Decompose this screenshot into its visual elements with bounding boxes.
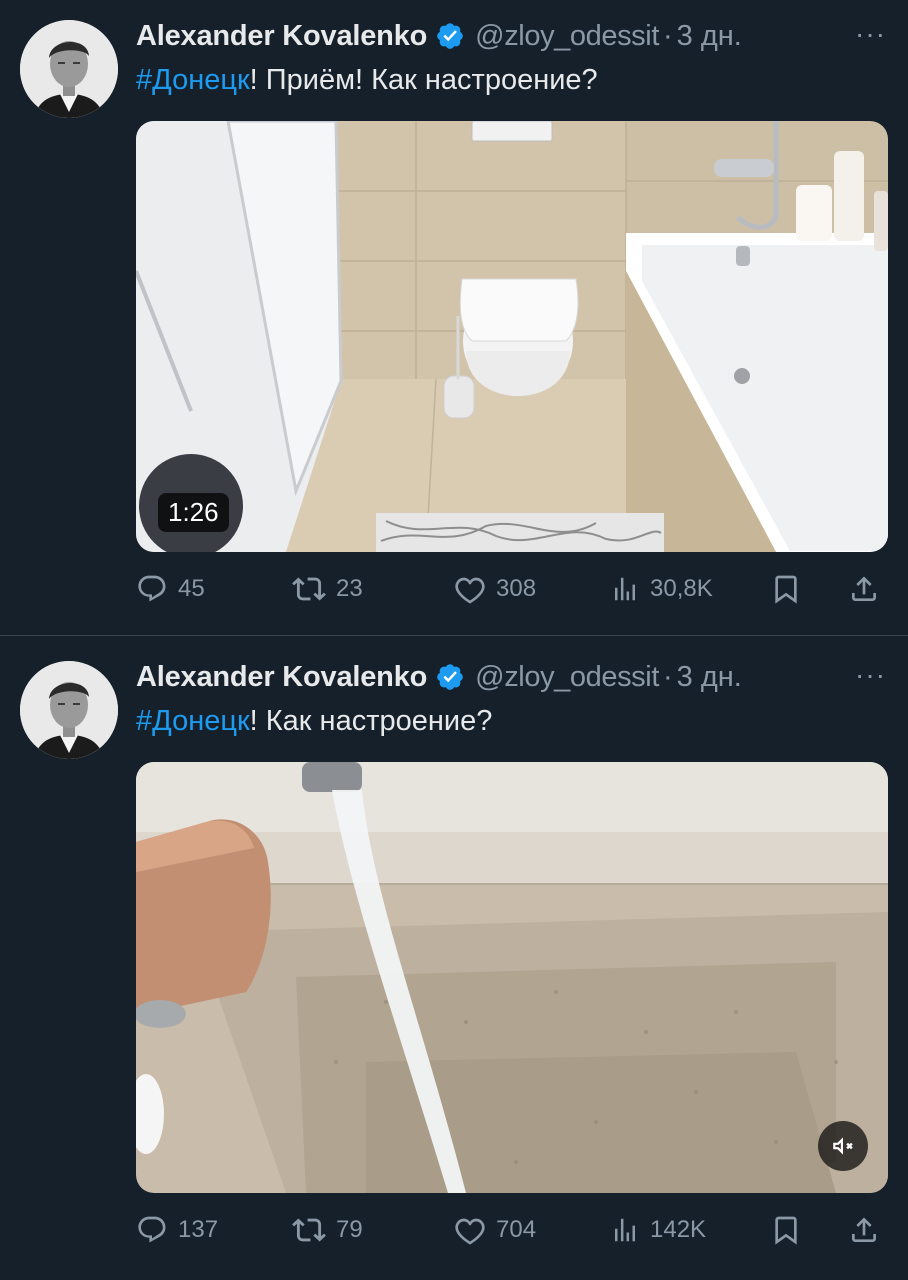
avatar[interactable] [20,661,118,759]
views-button[interactable]: 30,8K [610,569,713,609]
retweet-count: 23 [336,575,363,602]
tweet-text-body: ! Приём! Как настроение? [249,64,598,96]
retweet-icon [292,1218,326,1242]
reply-count: 137 [178,1216,219,1243]
hashtag-link[interactable]: #Донецк [136,705,250,737]
author-handle[interactable]: @zloy_odessit [475,20,659,53]
share-button[interactable] [848,569,880,609]
video-bathroom[interactable]: 1:26 [136,121,888,552]
views-button[interactable]: 142K [610,1210,706,1250]
tweet-actions: 137 79 704 142K [136,1210,888,1250]
timestamp[interactable]: 3 дн. [677,20,742,53]
mute-icon [833,1137,853,1155]
share-icon [852,1217,876,1242]
share-button[interactable] [848,1210,880,1250]
like-icon [455,1218,485,1245]
views-icon [615,577,635,601]
like-count: 704 [496,1216,537,1243]
retweet-icon [292,577,326,601]
bookmark-icon [775,575,797,604]
timestamp[interactable]: 3 дн. [677,661,742,694]
like-count: 308 [496,575,537,602]
separator-dot: · [662,19,673,52]
mute-button[interactable] [818,1121,868,1171]
like-icon [455,577,485,604]
retweet-button[interactable]: 23 [292,569,363,609]
hashtag-link[interactable]: #Донецк [136,64,250,96]
author-name[interactable]: Alexander Kovalenko [136,20,427,53]
tweet[interactable]: Alexander Kovalenko @zloy_odessit · 3 дн… [0,0,908,636]
video-sink[interactable] [136,762,888,1193]
tweet[interactable]: Alexander Kovalenko @zloy_odessit · 3 дн… [0,637,908,1280]
timeline: Alexander Kovalenko @zloy_odessit · 3 дн… [0,0,908,1280]
reply-count: 45 [178,575,205,602]
views-count: 142K [650,1216,707,1243]
retweet-button[interactable]: 79 [292,1210,363,1250]
video-duration: 1:26 [158,493,229,532]
like-button[interactable]: 308 [454,569,536,609]
views-icon [615,1218,635,1242]
reply-icon [138,575,166,602]
bookmark-button[interactable] [770,569,802,609]
verified-badge-icon [437,664,463,690]
tweet-text-body: ! Как настроение? [249,705,493,737]
verified-badge-icon [437,23,463,49]
bookmark-button[interactable] [770,1210,802,1250]
avatar[interactable] [20,20,118,118]
views-count: 30,8K [650,575,713,602]
more-icon[interactable]: ··· [855,659,886,691]
bookmark-icon [775,1216,797,1245]
tweet-header: Alexander Kovalenko @zloy_odessit · 3 дн… [136,657,888,697]
retweet-count: 79 [336,1216,363,1243]
reply-icon [138,1216,166,1243]
author-handle[interactable]: @zloy_odessit [475,661,659,694]
tweet-text: #Донецк! Как настроение? [136,703,888,739]
reply-button[interactable]: 137 [136,1210,218,1250]
author-name[interactable]: Alexander Kovalenko [136,661,427,694]
tweet-text: #Донецк! Приём! Как настроение? [136,62,888,98]
more-icon[interactable]: ··· [855,18,886,50]
like-button[interactable]: 704 [454,1210,536,1250]
share-icon [852,576,876,601]
separator-dot: · [662,660,673,693]
tweet-actions: 45 23 308 30,8K [136,569,888,609]
reply-button[interactable]: 45 [136,569,205,609]
tweet-header: Alexander Kovalenko @zloy_odessit · 3 дн… [136,16,888,56]
